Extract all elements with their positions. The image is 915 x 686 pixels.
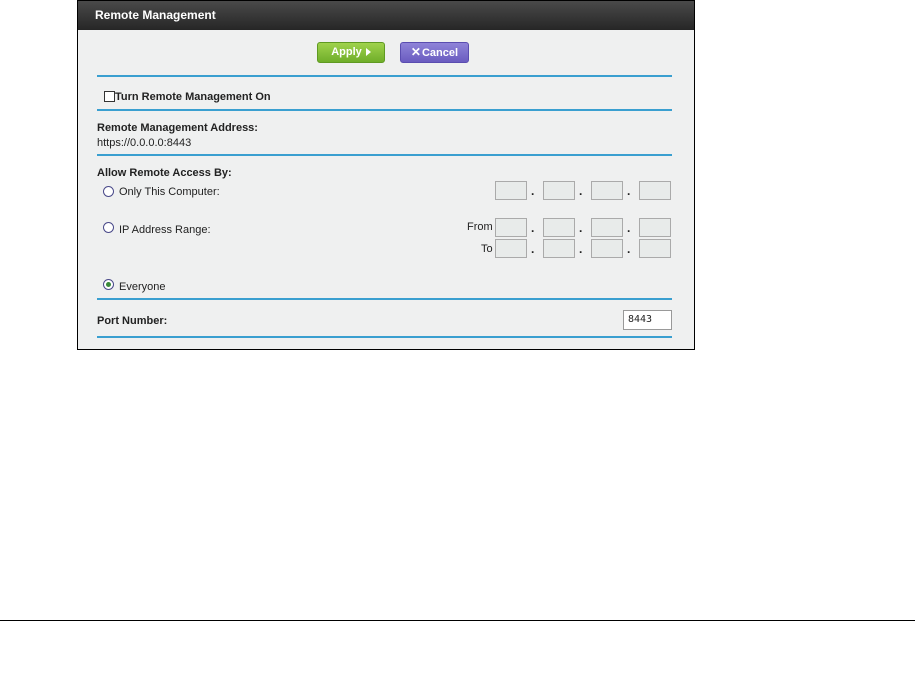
from-ip-octet-3[interactable] <box>591 218 623 237</box>
cancel-button[interactable]: ✕Cancel <box>400 42 469 63</box>
divider <box>97 75 672 77</box>
cancel-label: Cancel <box>421 47 459 59</box>
from-ip-octet-4[interactable] <box>639 218 671 237</box>
only-this-computer-radio[interactable] <box>103 186 114 197</box>
page-footer-rule <box>0 620 915 621</box>
only-ip-octet-3[interactable] <box>591 181 623 200</box>
to-ip-octet-4[interactable] <box>639 239 671 258</box>
divider <box>97 298 672 300</box>
allow-access-heading: Allow Remote Access By: <box>97 167 232 179</box>
port-number-input[interactable]: 8443 <box>623 310 672 330</box>
from-ip-octet-2[interactable] <box>543 218 575 237</box>
play-triangle-icon <box>365 48 371 57</box>
turn-remote-management-checkbox[interactable] <box>104 91 115 102</box>
remote-address-value: https://0.0.0.0:8443 <box>97 137 192 149</box>
to-ip-octet-3[interactable] <box>591 239 623 258</box>
ip-dot: . <box>531 221 535 235</box>
port-number-label: Port Number: <box>97 315 168 327</box>
only-this-computer-label: Only This Computer: <box>119 186 220 198</box>
remote-address-heading: Remote Management Address: <box>97 122 258 134</box>
from-ip-octet-1[interactable] <box>495 218 527 237</box>
ip-dot: . <box>579 242 583 256</box>
everyone-label: Everyone <box>119 281 166 293</box>
ip-dot: . <box>579 184 583 198</box>
ip-address-range-radio[interactable] <box>103 222 114 233</box>
to-ip-octet-1[interactable] <box>495 239 527 258</box>
divider <box>97 336 672 338</box>
turn-remote-management-label: Turn Remote Management On <box>115 91 271 103</box>
ip-address-range-label: IP Address Range: <box>119 224 211 236</box>
panel-content: Apply ✕Cancel Turn Remote Management On … <box>78 30 694 349</box>
ip-dot: . <box>579 221 583 235</box>
divider <box>97 109 672 111</box>
remote-management-panel: Remote Management Apply ✕Cancel Turn Rem… <box>77 0 695 350</box>
from-label: From <box>467 221 493 233</box>
only-ip-octet-1[interactable] <box>495 181 527 200</box>
apply-button[interactable]: Apply <box>317 42 385 63</box>
ip-dot: . <box>627 184 631 198</box>
only-ip-octet-2[interactable] <box>543 181 575 200</box>
divider <box>97 154 672 156</box>
to-label: To <box>481 243 493 255</box>
apply-label: Apply <box>331 46 362 58</box>
ip-dot: . <box>627 221 631 235</box>
only-ip-octet-4[interactable] <box>639 181 671 200</box>
ip-dot: . <box>627 242 631 256</box>
x-icon: ✕ <box>410 45 421 59</box>
panel-title: Remote Management <box>78 1 694 30</box>
ip-dot: . <box>531 184 535 198</box>
ip-dot: . <box>531 242 535 256</box>
to-ip-octet-2[interactable] <box>543 239 575 258</box>
everyone-radio[interactable] <box>103 279 114 290</box>
